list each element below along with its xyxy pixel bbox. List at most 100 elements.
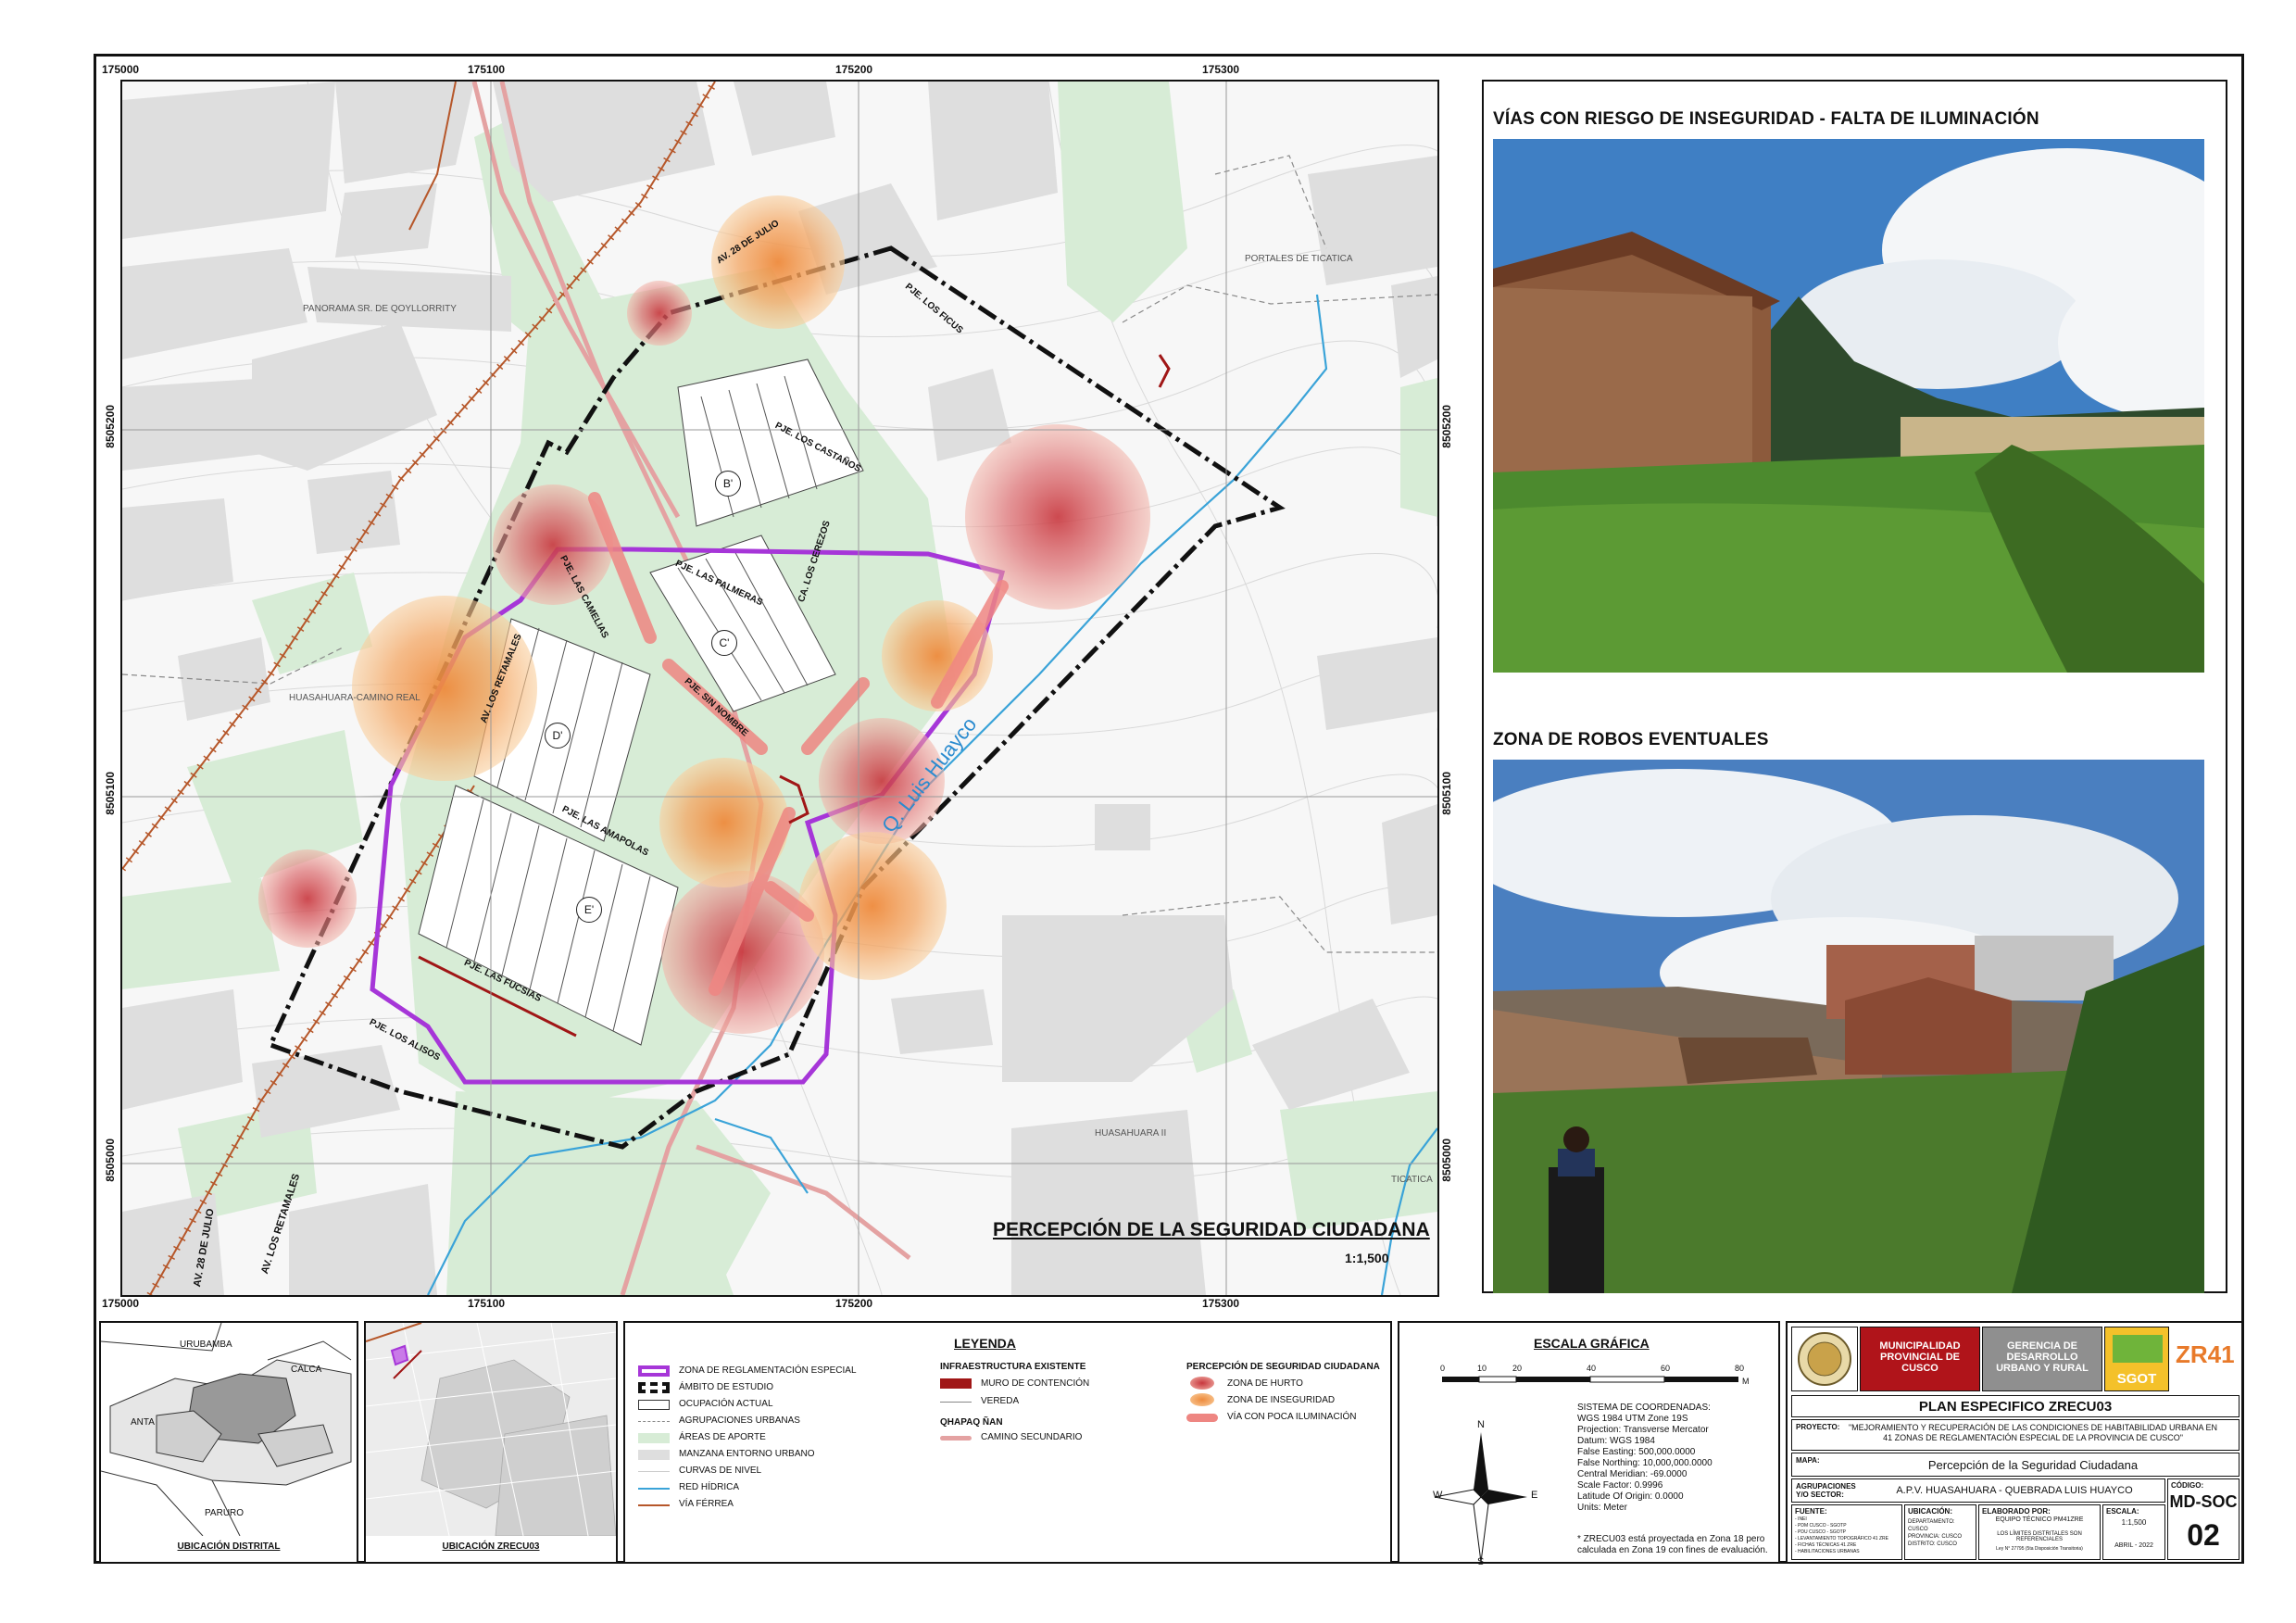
block-c-marker[interactable]: C' [711,630,737,656]
photo-zona-robos[interactable] [1493,760,2204,1293]
legend-swatch-curvas [638,1471,670,1472]
muni-logo: MUNICIPALIDAD PROVINCIAL DE CUSCO [1860,1327,1980,1391]
legend-item-agrupaciones: AGRUPACIONES URBANAS [679,1415,800,1426]
legend-item-hidrica: RED HÍDRICA [679,1482,740,1492]
scale-bar [1442,1376,1738,1383]
legend-col3-title: PERCEPCIÓN DE SEGURIDAD CIUDADANA [1186,1362,1380,1372]
locator-district: URUBAMBA CALCA ANTA PARURO UBICACIÓN DIS… [99,1321,358,1564]
agrup-label: AGRUPACIONES Y/O SECTOR: [1796,1482,1856,1499]
locator-label-urubamba: URUBAMBA [180,1340,232,1350]
legend-item-iluminacion: VÍA CON POCA ILUMINACIÓN [1227,1412,1357,1422]
ubicacion-item: PROVINCIA: CUSCO [1908,1534,1963,1540]
legend-item-camino: CAMINO SECUNDARIO [981,1432,1083,1442]
photo-vias-riesgo[interactable] [1493,139,2204,673]
legend-swatch-muro [940,1378,972,1389]
escala-cell: ESCALA: 1:1,500 ABRIL - 2022 [2102,1504,2165,1560]
legend-item-ocupacion: OCUPACIÓN ACTUAL [679,1399,773,1409]
fuente-list: - INEI - PDM CUSCO - SGOTP - PDU CUSCO - S… [1795,1516,1888,1555]
crs-line: False Easting: 500,000.0000 [1577,1447,1696,1457]
codigo-2: 02 [2187,1518,2220,1552]
legend-item-vereda: VEREDA [981,1396,1020,1406]
coord-bottom-x2: 175200 [835,1297,873,1310]
legend-box: LEYENDA ZONA DE REGLAMENTACIÓN ESPECIAL … [623,1321,1392,1564]
ley-text: Ley N° 27795 (5ta Disposición Transitori… [1996,1546,2083,1552]
elaborado-text: EQUIPO TÉCNICO PM41ZRE [1995,1516,2084,1523]
legend-swatch-hurto [1190,1377,1214,1390]
crs-line: Latitude Of Origin: 0.0000 [1577,1491,1684,1502]
fuente-item: - PDM CUSCO - SGOTP [1795,1523,1847,1529]
agrup-cell: AGRUPACIONES Y/O SECTOR: A.P.V. HUASAHUA… [1791,1478,2165,1503]
crs-line: SISTEMA DE COORDENADAS: [1577,1403,1711,1413]
gerencia-logo: GERENCIA DE DESARROLLO URBANO Y RURAL [1982,1327,2102,1391]
ubicacion-item: DEPARTAMENTO: CUSCO [1908,1519,1955,1532]
scale-tick-10: 10 [1477,1364,1487,1373]
proyecto-label: PROYECTO: [1796,1423,1840,1431]
block-d-marker[interactable]: D' [545,723,571,749]
legend-item-zre: ZONA DE REGLAMENTACIÓN ESPECIAL [679,1365,857,1376]
legend-swatch-manzana [638,1450,670,1460]
legend-col2-title: INFRAESTRUCTURA EXISTENTE [940,1362,1086,1372]
crs-info: SISTEMA DE COORDENADAS: WGS 1984 UTM Zone… [1577,1403,1713,1514]
photo-top-title: VÍAS CON RIESGO DE INSEGURIDAD - FALTA D… [1493,109,2039,129]
ubicacion-label: UBICACIÓN: [1908,1507,1952,1516]
fuente-item: - FICHAS TÉCNICAS 41 ZRE [1795,1542,1857,1548]
coord-top-x3: 175300 [1202,63,1240,76]
legend-swatch-aporte [638,1433,670,1443]
legend-item-inseguridad: ZONA DE INSEGURIDAD [1227,1395,1336,1405]
map-title: PERCEPCIÓN DE LA SEGURIDAD CIUDADANA [993,1219,1430,1240]
legend-item-ambito: ÁMBITO DE ESTUDIO [679,1382,774,1392]
fecha-text: ABRIL - 2022 [2114,1542,2153,1549]
fuente-cell: FUENTE: - INEI - PDM CUSCO - SGOTP - PDU C… [1791,1504,1902,1560]
codigo-cell: CÓDIGO: MD-SOC 02 [2167,1478,2240,1560]
locator-district-caption: UBICACIÓN DISTRITAL [177,1541,281,1552]
coord-top-x0: 175000 [102,63,140,76]
crs-line: Central Meridian: -69.0000 [1577,1469,1687,1479]
legend-swatch-iluminacion [1186,1414,1218,1422]
label-panorama: PANORAMA SR. DE QOYLLORRITY [303,304,457,314]
label-ticatica: TICATICA [1391,1175,1433,1185]
coord-right-y1: 8505100 [1440,772,1453,815]
map-canvas[interactable] [122,82,1437,1295]
legend-swatch-ferrea [638,1504,670,1506]
fuente-item: - LEVANTAMIENTO TOPOGRÁFICO 41 ZRE [1795,1536,1888,1541]
legend-item-ferrea: VÍA FÉRREA [679,1499,734,1509]
coord-right-y2: 8505000 [1440,1139,1453,1182]
legend-swatch-camino [940,1436,972,1441]
locator-label-anta: ANTA [131,1417,155,1428]
label-huasahuara-2: HUASAHUARA II [1095,1128,1167,1139]
map-scale: 1:1,500 [1345,1251,1389,1265]
compass-e: E [1531,1490,1538,1501]
crs-line: Datum: WGS 1984 [1577,1436,1655,1446]
scale-title: ESCALA GRÁFICA [1534,1336,1650,1351]
zr41-logo: ZR41 [2171,1327,2240,1391]
locator-label-calca: CALCA [291,1365,322,1375]
scale-tick-80: 80 [1735,1364,1745,1373]
codigo-label: CÓDIGO: [2171,1481,2204,1490]
coord-bottom-x1: 175100 [468,1297,506,1310]
compass-n: N [1477,1419,1485,1430]
locator-zrecu-caption: UBICACIÓN ZRECU03 [442,1541,540,1552]
crs-line: Scale Factor: 0.9996 [1577,1480,1663,1491]
label-huasahuara-camino: HUASAHUARA-CAMINO REAL [289,693,420,703]
coord-top-x2: 175200 [835,63,873,76]
crs-line: Units: Meter [1577,1503,1627,1513]
scale-tick-60: 60 [1661,1364,1671,1373]
coord-bottom-x0: 175000 [102,1297,140,1310]
block-e-marker[interactable]: E' [576,897,602,923]
coord-left-y2: 8505000 [104,1139,117,1182]
crs-line: False Northing: 10,000,000.0000 [1577,1458,1713,1468]
photo-panel: VÍAS CON RIESGO DE INSEGURIDAD - FALTA D… [1482,80,2227,1293]
legend-item-curvas: CURVAS DE NIVEL [679,1466,762,1476]
map-frame[interactable]: PANORAMA SR. DE QOYLLORRITY PORTALES DE … [120,80,1439,1297]
plan-title: PLAN ESPECIFICO ZRECU03 [1918,1399,2113,1415]
legend-title: LEYENDA [954,1336,1016,1351]
elaborado-label: ELABORADO POR: [1982,1507,2051,1516]
legend-swatch-agrupaciones [638,1421,670,1422]
coord-left-y0: 8505200 [104,405,117,448]
crs-note: * ZRECU03 está proyectada en Zona 18 per… [1577,1534,1768,1555]
legend-swatch-zre [638,1365,670,1377]
proyecto-cell: PROYECTO: "MEJORAMIENTO Y RECUPERACIÓN D… [1791,1419,2240,1451]
ubicacion-item: DISTRITO: CUSCO [1908,1541,1957,1547]
block-b-marker[interactable]: B' [715,471,741,497]
ubicacion-list: DEPARTAMENTO: CUSCO PROVINCIA: CUSCO DISTR… [1908,1518,1976,1548]
